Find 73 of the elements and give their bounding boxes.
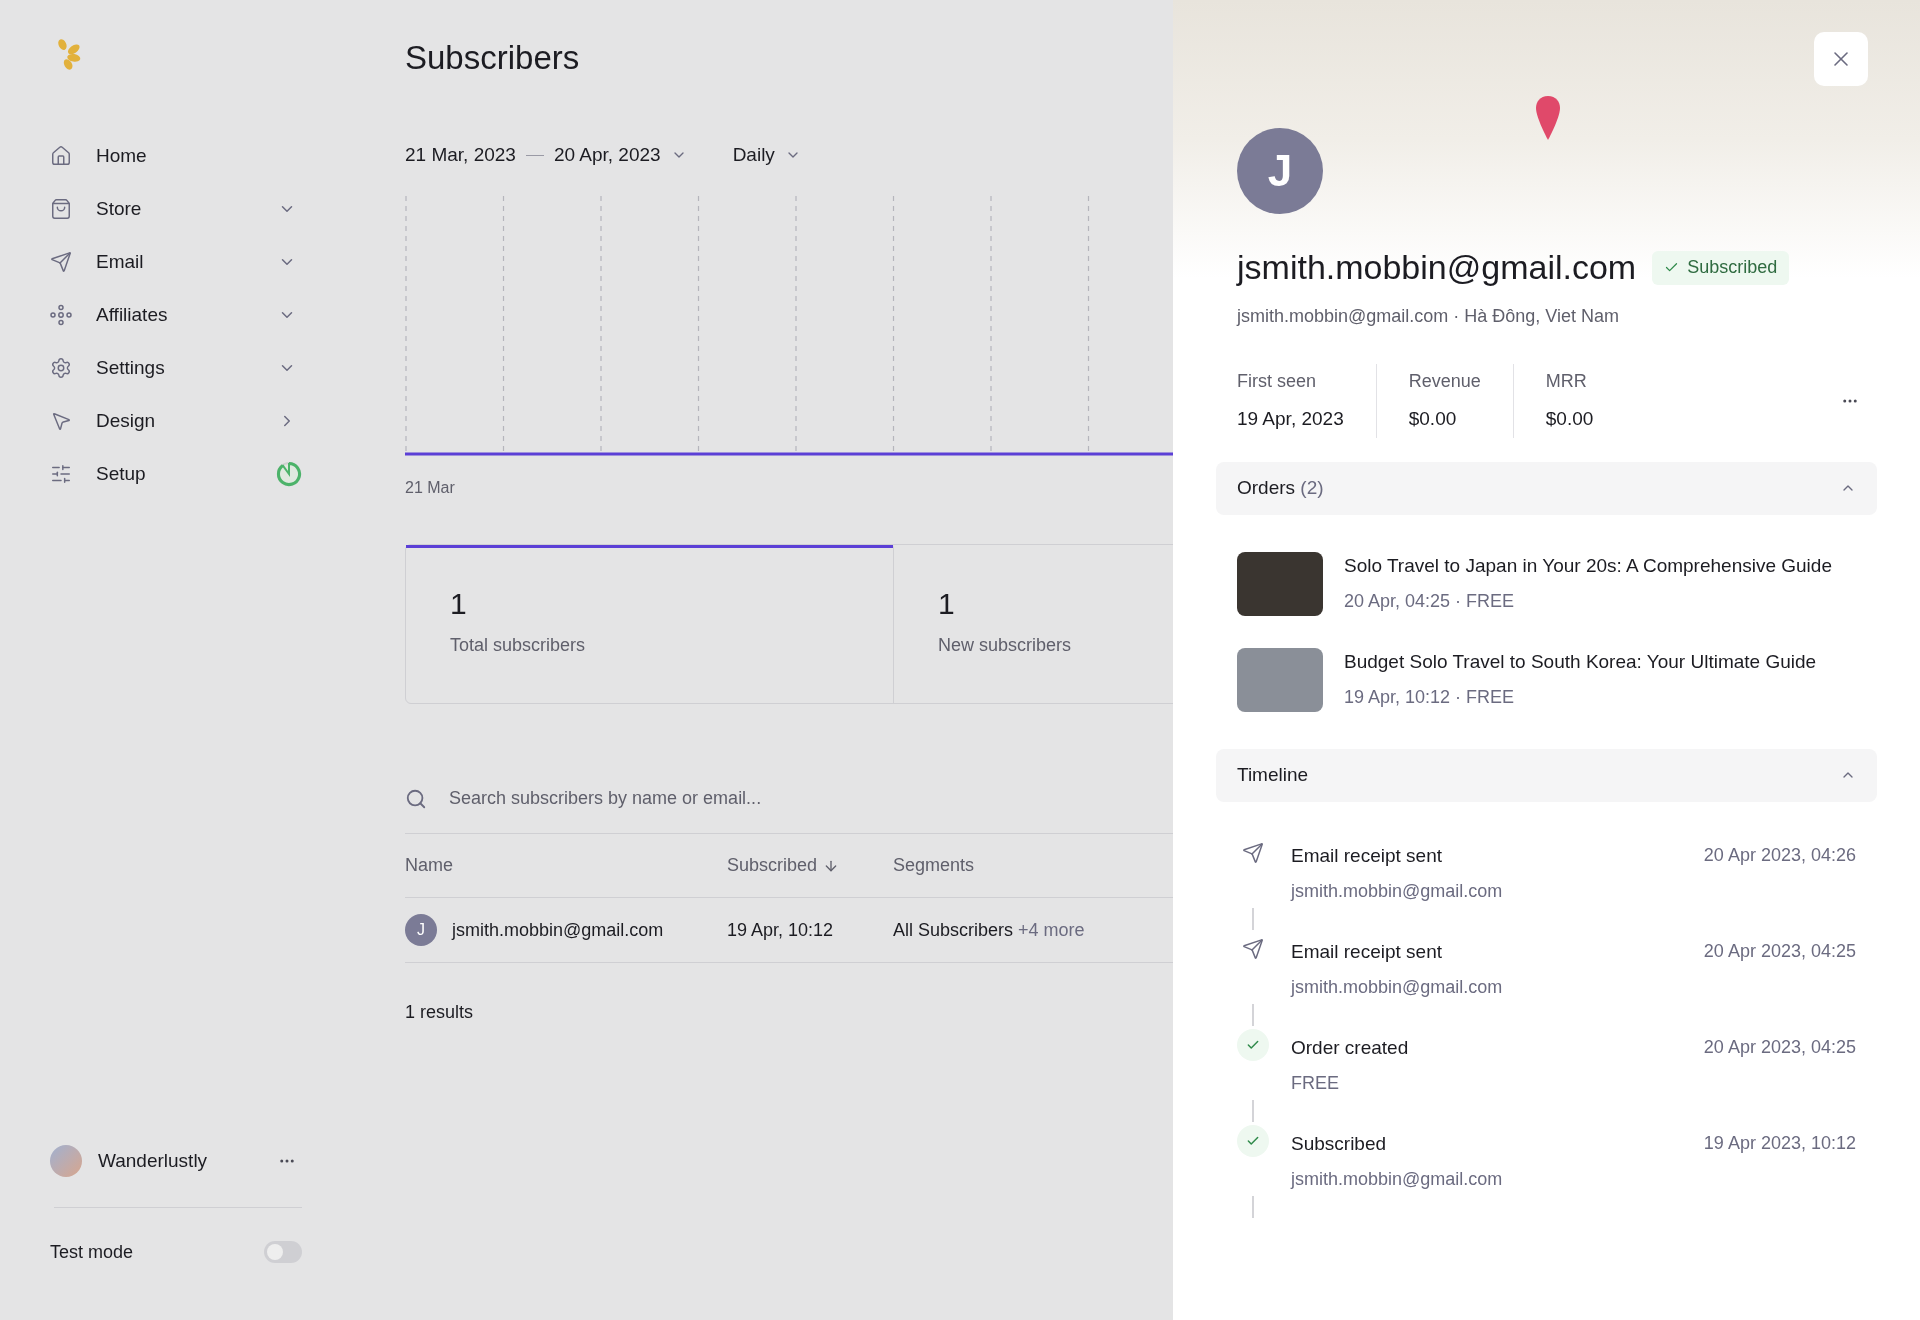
event-title: Email receipt sent	[1291, 939, 1443, 964]
paper-plane-icon	[1242, 841, 1264, 864]
stat-label: MRR	[1545, 370, 1588, 393]
date-range-dropdown[interactable]: 21 Mar, 2023 20 Apr, 2023	[405, 140, 687, 170]
order-title: Budget Solo Travel to South Korea: Your Ultimate Guide	[1344, 649, 1817, 674]
progress-ring-icon	[276, 461, 302, 487]
interval-dropdown[interactable]: Daily	[732, 140, 801, 170]
event-title: Subscribed	[1291, 1131, 1388, 1156]
stat-label: Revenue	[1408, 370, 1481, 393]
stat-value: 1	[938, 586, 956, 622]
check-icon	[1237, 1124, 1269, 1157]
event-time: 20 Apr 2023, 04:25	[1703, 939, 1856, 963]
stat-label: First seen	[1237, 370, 1318, 393]
table-cell-text: jsmith.mobbin@gmail.com	[452, 918, 664, 942]
stat-card[interactable]: 1 Total subscribers	[406, 545, 893, 703]
event-detail: jsmith.mobbin@gmail.com	[1291, 880, 1504, 903]
event-title: Order created	[1291, 1035, 1410, 1060]
event-detail: jsmith.mobbin@gmail.com	[1291, 976, 1504, 999]
test-mode-label: Test mode	[50, 1240, 135, 1264]
column-header[interactable]: Subscribed	[727, 852, 893, 879]
stat-value: 1	[450, 586, 468, 622]
status-badge: Subscribed	[1652, 250, 1790, 285]
table-cell-text: All Subscribers +4 more	[893, 918, 1085, 942]
profile-avatar: J	[1237, 128, 1323, 214]
event-detail: FREE	[1291, 1072, 1340, 1095]
stat-value: 19 Apr, 2023	[1237, 407, 1344, 431]
sliders-icon	[50, 463, 72, 485]
sidebar-item[interactable]: Settings	[50, 350, 302, 386]
settings-icon	[50, 357, 72, 379]
test-mode-toggle[interactable]	[264, 1241, 302, 1263]
orders-section-header[interactable]: Orders (2)	[1216, 461, 1877, 515]
cursor-icon	[50, 410, 72, 432]
user-avatar	[50, 1145, 82, 1177]
page-title: Subscribers	[405, 38, 581, 78]
event-time: 19 Apr 2023, 10:12	[1703, 1131, 1856, 1155]
home-icon	[50, 145, 72, 167]
event-time: 20 Apr 2023, 04:25	[1703, 1035, 1856, 1059]
order-item[interactable]: Budget Solo Travel to South Korea: Your Ultimate Guide 19 Apr, 10:12 · FREE	[1237, 647, 1856, 712]
check-icon	[1237, 1028, 1269, 1061]
event-detail: jsmith.mobbin@gmail.com	[1291, 1168, 1504, 1191]
sidebar-item[interactable]: Setup	[50, 456, 302, 492]
order-item[interactable]: Solo Travel to Japan in Your 20s: A Comprehensive Guide 20 Apr, 04:25 · FREE	[1237, 551, 1856, 616]
timeline-section-header[interactable]: Timeline	[1216, 748, 1877, 802]
event-title: Email receipt sent	[1291, 843, 1443, 868]
results-count: 1 results	[405, 1001, 475, 1024]
column-header[interactable]: Segments	[893, 852, 1173, 879]
sidebar-item[interactable]: Home	[50, 138, 302, 174]
sidebar-item[interactable]: Store	[50, 191, 302, 227]
paper-plane-icon	[1242, 937, 1264, 960]
sidebar-item[interactable]: Email	[50, 244, 302, 280]
stat-value: $0.00	[1408, 407, 1458, 431]
subscriber-email: jsmith.mobbin@gmail.com	[1237, 247, 1637, 288]
stat-label: New subscribers	[938, 634, 1073, 657]
column-header[interactable]: Name	[405, 852, 727, 879]
stat-value: $0.00	[1545, 407, 1594, 431]
event-time: 20 Apr 2023, 04:26	[1703, 843, 1856, 867]
search-icon	[405, 787, 427, 810]
search-field[interactable]: Search subscribers by name or email...	[449, 778, 1049, 819]
order-meta: 19 Apr, 10:12 · FREE	[1344, 686, 1516, 710]
map-pin-icon	[1535, 96, 1561, 140]
chart-axis-label: 21 Mar	[405, 478, 456, 498]
order-meta: 20 Apr, 04:25 · FREE	[1344, 590, 1516, 614]
stat-label: Total subscribers	[450, 634, 587, 657]
subscriber-location: jsmith.mobbin@gmail.com · Hà Đông, Viet Nam	[1237, 305, 1621, 328]
subscriber-avatar: J	[405, 914, 437, 946]
paper-plane-icon	[50, 251, 72, 273]
sidebar-item[interactable]: Affiliates	[50, 297, 302, 333]
dots-icon	[50, 304, 72, 326]
shopping-bag-icon	[50, 198, 72, 220]
order-title: Solo Travel to Japan in Your 20s: A Comprehensive Guide	[1344, 553, 1832, 578]
store-name[interactable]: Wanderlustly	[98, 1146, 278, 1176]
table-cell-text: 19 Apr, 10:12	[727, 918, 835, 942]
sidebar-item[interactable]: Design	[50, 403, 302, 439]
